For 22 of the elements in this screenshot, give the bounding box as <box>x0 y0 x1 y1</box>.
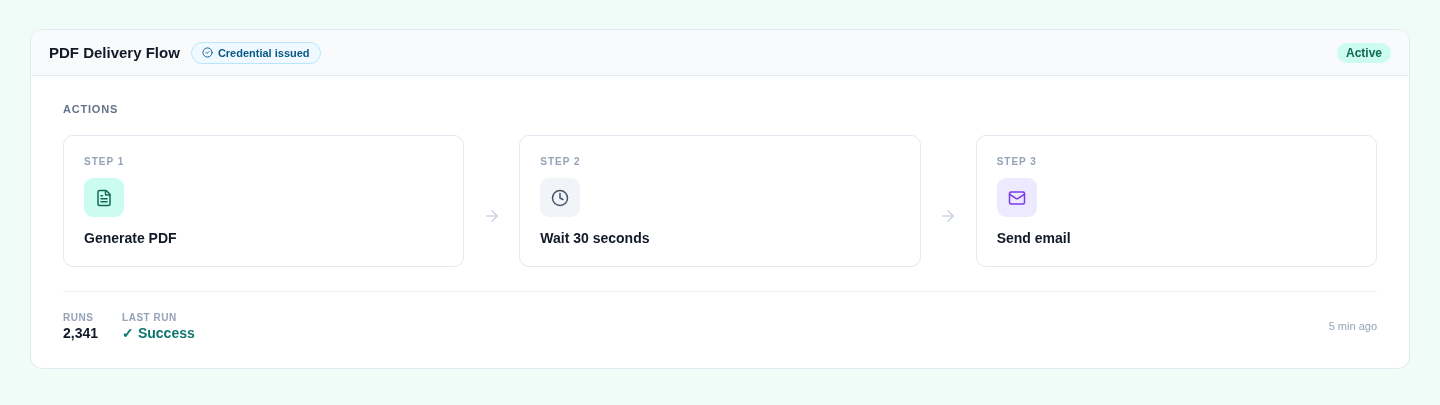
step-document-icon <box>84 178 124 217</box>
flow-title: PDF Delivery Flow <box>49 44 180 61</box>
stat-label: RUNS <box>63 312 95 323</box>
check-circle-icon <box>201 47 213 58</box>
runs-count: 2,341 <box>63 325 99 341</box>
step-card[interactable]: STEP 3 Send email <box>975 135 1377 267</box>
time-ago: 5 min ago <box>1328 320 1377 332</box>
step-title: Send email <box>996 230 1072 246</box>
step-label: STEP 1 <box>84 156 126 167</box>
step-envelope-icon <box>996 178 1037 217</box>
step-label: STEP 2 <box>540 156 582 167</box>
step-title: Wait 30 seconds <box>540 230 651 246</box>
credential-badge: Credential issued <box>190 41 321 64</box>
status-badge: Active <box>1336 42 1391 63</box>
step-card[interactable]: STEP 1 Generate PDF <box>63 135 465 267</box>
step-label: STEP 3 <box>996 156 1038 167</box>
step-card[interactable]: STEP 2 Wait 30 seconds <box>519 135 921 267</box>
section-heading: ACTIONS <box>63 103 120 115</box>
step-title: Generate PDF <box>84 230 178 246</box>
stat-label: LAST RUN <box>122 312 178 323</box>
last-run-status: ✓ Success <box>122 325 195 341</box>
step-clock-icon <box>540 178 581 217</box>
